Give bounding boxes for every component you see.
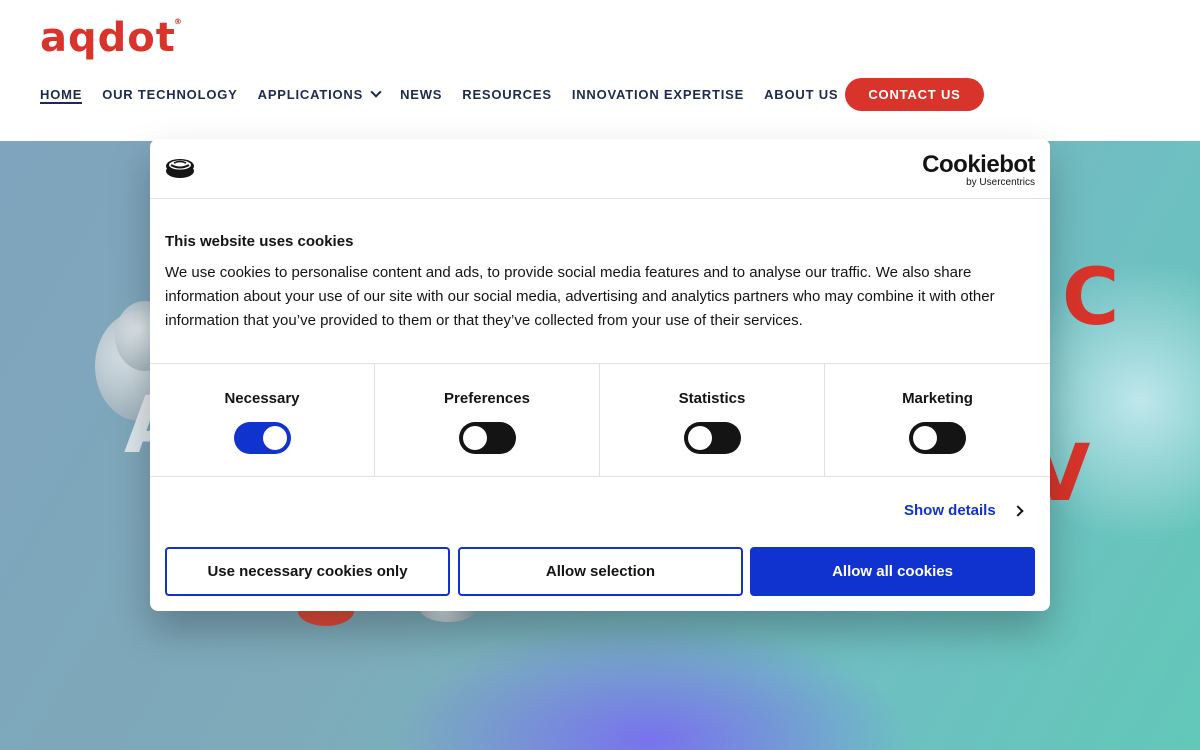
- cookiebot-brand: Cookiebot: [922, 151, 1035, 178]
- necessary-toggle[interactable]: [234, 422, 291, 454]
- chevron-right-icon: [1012, 504, 1024, 517]
- consent-statistics: Statistics: [600, 364, 825, 476]
- nav-item-label: INNOVATION EXPERTISE: [571, 86, 745, 102]
- nav-item-news[interactable]: NEWS: [400, 78, 442, 110]
- dialog-title: This website uses cookies: [165, 233, 354, 250]
- consent-categories: Necessary Preferences Statistics Marketi…: [150, 363, 1050, 477]
- consent-label: Marketing: [902, 390, 973, 407]
- nav-item-about-us[interactable]: ABOUT US: [764, 78, 858, 110]
- logo-text: aqdot: [40, 15, 176, 61]
- show-details-link[interactable]: Show details: [904, 502, 1024, 519]
- nav-item-our-technology[interactable]: OUR TECHNOLOGY: [102, 78, 237, 110]
- registered-mark: ®: [173, 17, 183, 26]
- main-nav: HOME OUR TECHNOLOGY APPLICATIONS NEWS RE…: [40, 78, 875, 110]
- hero-heading-fragment-red-1: C: [1062, 253, 1120, 343]
- toggle-knob: [688, 426, 712, 450]
- nav-item-label: OUR TECHNOLOGY: [102, 86, 238, 102]
- preferences-toggle[interactable]: [459, 422, 516, 454]
- consent-label: Preferences: [444, 390, 530, 407]
- contact-us-button[interactable]: CONTACT US: [845, 78, 984, 111]
- toggle-knob: [463, 426, 487, 450]
- use-necessary-cookies-button[interactable]: Use necessary cookies only: [165, 547, 450, 596]
- dialog-body-text: We use cookies to personalise content an…: [165, 264, 995, 329]
- nav-item-label: APPLICATIONS: [257, 86, 364, 102]
- consent-label: Statistics: [678, 390, 746, 407]
- cookiebot-logo[interactable]: Cookiebot by Usercentrics: [922, 153, 1035, 188]
- nav-item-applications[interactable]: APPLICATIONS: [257, 78, 382, 110]
- nav-item-resources[interactable]: RESOURCES: [462, 78, 552, 110]
- consent-label: Necessary: [224, 390, 300, 407]
- dialog-header: Cookiebot by Usercentrics: [150, 139, 1050, 199]
- toggle-knob: [263, 426, 287, 450]
- aqdot-logo[interactable]: aqdot ®: [40, 15, 182, 61]
- allow-all-cookies-button[interactable]: Allow all cookies: [750, 547, 1035, 596]
- cookiebot-brand-sub: by Usercentrics: [966, 177, 1035, 188]
- allow-selection-button[interactable]: Allow selection: [458, 547, 743, 596]
- toggle-knob: [913, 426, 937, 450]
- show-details-label: Show details: [904, 502, 996, 519]
- statistics-toggle[interactable]: [684, 422, 741, 454]
- consent-necessary: Necessary: [150, 364, 375, 476]
- chevron-down-icon: [370, 85, 382, 98]
- cookie-consent-dialog: Cookiebot by Usercentrics This website u…: [150, 139, 1050, 611]
- nav-item-label: HOME: [40, 86, 83, 102]
- nav-item-label: NEWS: [400, 86, 443, 102]
- nav-item-innovation-expertise[interactable]: INNOVATION EXPERTISE: [572, 78, 744, 110]
- consent-marketing: Marketing: [825, 364, 1050, 476]
- marketing-toggle[interactable]: [909, 422, 966, 454]
- nav-item-label: RESOURCES: [462, 86, 552, 102]
- nav-item-label: ABOUT US: [764, 86, 839, 102]
- site-header: aqdot ® HOME OUR TECHNOLOGY APPLICATIONS …: [0, 0, 1200, 141]
- nav-item-home[interactable]: HOME: [40, 78, 83, 110]
- cookie-stack-icon: [166, 159, 194, 178]
- consent-preferences: Preferences: [375, 364, 600, 476]
